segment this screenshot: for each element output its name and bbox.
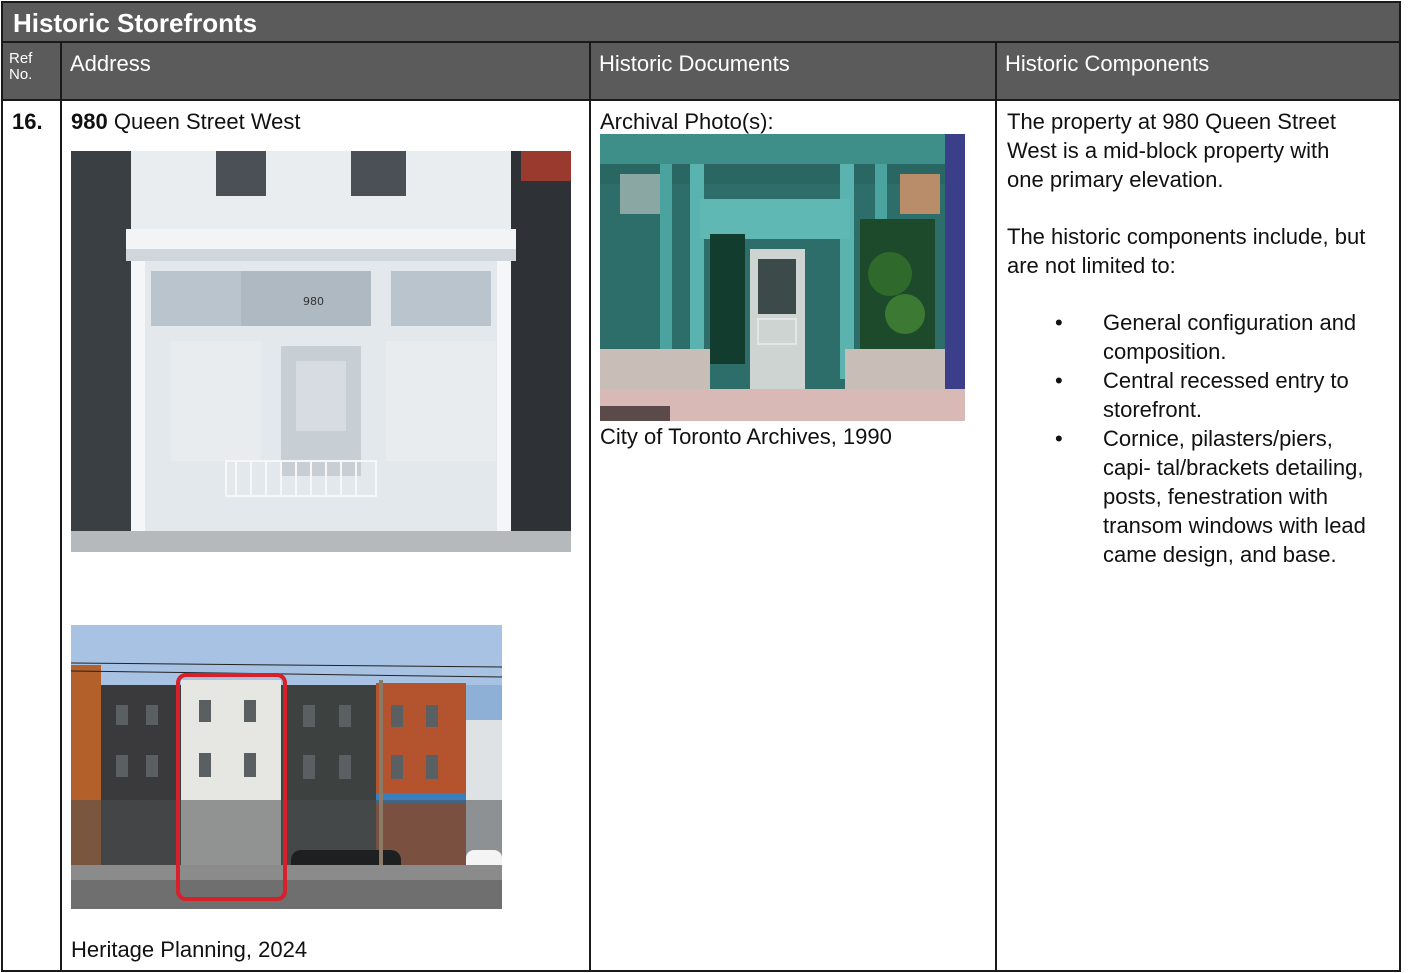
ref-cell: 16. [3, 101, 62, 970]
documents-cell: Archival Photo(s): City of Toronto Archi… [591, 101, 997, 970]
street-photo [71, 625, 502, 909]
header-row: Ref No. Address Historic Documents Histor… [3, 43, 1399, 101]
bullet-icon: • [1055, 368, 1063, 393]
components-cell: The property at 980 Queen Street West is… [997, 101, 1399, 970]
archival-credit: City of Toronto Archives, 1990 [600, 424, 892, 449]
bullet-icon: • [1055, 426, 1063, 451]
ref-number: 16. [12, 109, 43, 134]
list-item-text: General configuration and composition. [1103, 310, 1357, 364]
storefront-photo: 980 [71, 151, 571, 552]
components-list: • General configuration and composition.… [1007, 308, 1389, 569]
list-item: • Cornice, pilasters/piers, capi- tal/br… [1007, 424, 1383, 569]
storefront-sign: 980 [303, 295, 324, 308]
list-item-text: Cornice, pilasters/piers, capi- tal/brac… [1103, 426, 1366, 567]
header-components: Historic Components [1005, 51, 1210, 76]
header-ref: Ref No. [3, 43, 62, 99]
header-address: Address [62, 43, 591, 99]
list-item-text: Central recessed entry to storefront. [1103, 368, 1349, 422]
address-text: 980 Queen Street West [62, 101, 589, 135]
street-photo-credit: Heritage Planning, 2024 [71, 937, 308, 962]
address-cell: 980 Queen Street West 980 Heritage Plann… [62, 101, 591, 970]
list-item: • Central recessed entry to storefront. [1007, 366, 1383, 424]
components-lead: The historic components include, but are… [1007, 224, 1366, 278]
components-intro: The property at 980 Queen Street West is… [1007, 109, 1336, 192]
address-street: Queen Street West [113, 109, 301, 134]
table-row: 16. 980 Queen Street West 980 Heritage P… [3, 101, 1399, 970]
page: Historic Storefronts Ref No. Address Hist… [0, 0, 1408, 973]
storefront-table: Historic Storefronts Ref No. Address Hist… [1, 1, 1401, 972]
list-item: • General configuration and composition. [1007, 308, 1383, 366]
archival-label: Archival Photo(s): [600, 109, 774, 134]
components-text: The property at 980 Queen Street West is… [997, 101, 1399, 569]
address-number: 980 [71, 109, 108, 134]
archival-photo [600, 134, 965, 421]
table-title: Historic Storefronts [3, 3, 1399, 43]
header-documents: Historic Documents [591, 43, 997, 99]
bullet-icon: • [1055, 310, 1063, 335]
